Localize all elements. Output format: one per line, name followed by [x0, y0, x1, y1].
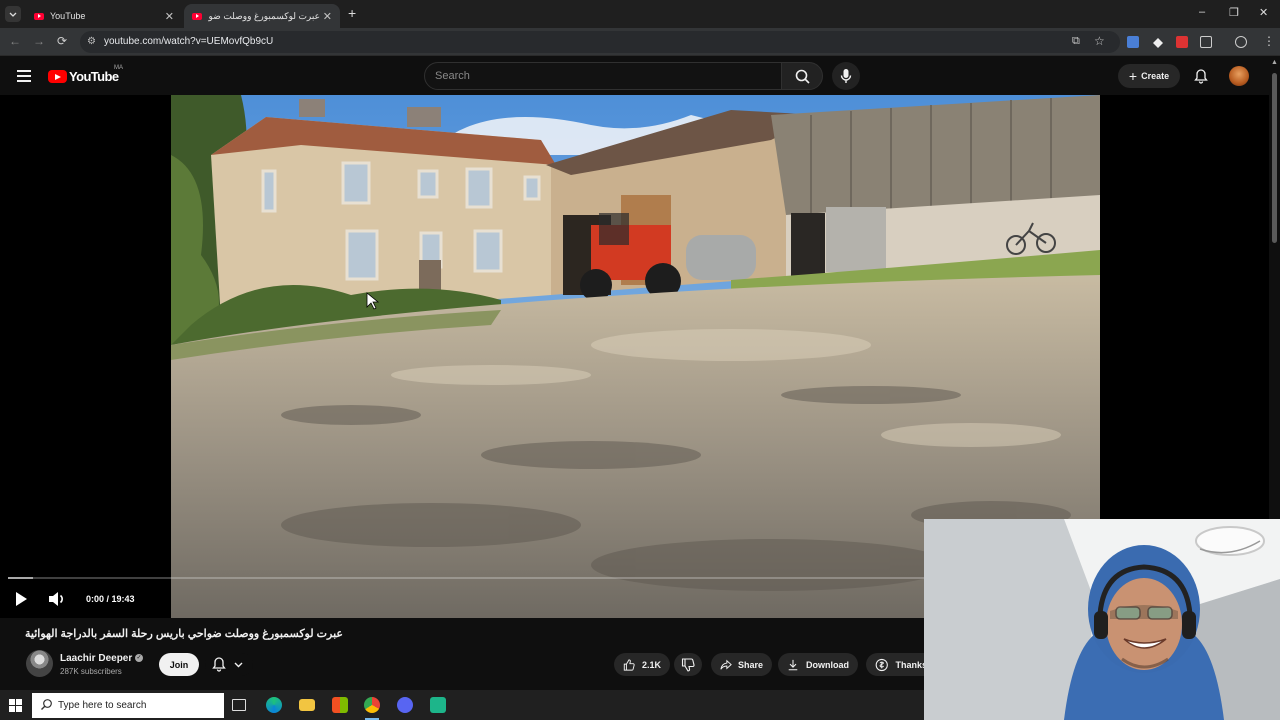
volume-button[interactable] — [48, 591, 66, 612]
back-button[interactable]: ← — [9, 34, 21, 48]
youtube-logo[interactable]: YouTube MA — [48, 65, 123, 84]
youtube-play-logo-icon — [48, 70, 67, 83]
create-label: Create — [1141, 71, 1170, 81]
translate-extension-icon[interactable] — [1127, 36, 1139, 48]
scrollbar-thumb[interactable] — [1272, 73, 1277, 243]
profile-icon[interactable] — [1235, 36, 1247, 48]
chrome-icon[interactable] — [364, 697, 380, 713]
youtube-header: YouTube MA + Create — [0, 57, 1280, 95]
share-label: Share — [737, 659, 763, 670]
search-input[interactable] — [435, 70, 765, 82]
browser-tab-video[interactable]: عبرت لوكسمبورغ ووصلت ضواح... ✕ — [184, 4, 340, 28]
task-view-icon[interactable] — [232, 699, 246, 711]
browser-tab-youtube[interactable]: YouTube ✕ — [26, 4, 182, 28]
like-button[interactable]: 2.1K — [614, 653, 670, 676]
tab-search-button[interactable] — [5, 6, 21, 22]
notifications-button[interactable] — [1193, 68, 1209, 89]
extensions-puzzle-icon[interactable] — [1200, 36, 1212, 48]
minimize-button[interactable]: – — [1199, 6, 1205, 18]
play-icon — [16, 592, 27, 606]
webcam-overlay — [924, 519, 1280, 720]
thumbs-up-icon — [623, 658, 635, 671]
bell-icon — [1194, 69, 1208, 84]
like-count: 2.1K — [641, 659, 661, 670]
restore-button[interactable]: ❐ — [1229, 6, 1239, 19]
close-window-button[interactable]: ✕ — [1259, 6, 1268, 19]
chevron-down-icon — [9, 12, 17, 17]
windows-start-icon[interactable] — [9, 699, 22, 712]
bell-chevron-icon — [212, 657, 243, 672]
voice-search-button[interactable] — [832, 62, 860, 90]
search-box[interactable] — [424, 62, 782, 90]
microsoft-store-icon[interactable] — [332, 697, 348, 713]
browser-toolbar: ← → ⟳ ⚙ youtube.com/watch?v=UEMovfQb9cU … — [0, 28, 1280, 56]
super-thanks-icon — [875, 658, 888, 671]
youtube-favicon-icon — [192, 12, 202, 20]
chrome-menu-icon[interactable]: ⋮ — [1263, 34, 1275, 48]
pdf-extension-icon[interactable] — [1176, 36, 1188, 48]
browser-tab-strip: YouTube ✕ عبرت لوكسمبورغ ووصلت ضواح... ✕… — [0, 0, 1280, 28]
subscriber-count: 287K subscribers — [60, 667, 122, 676]
tab-title: YouTube — [50, 11, 86, 21]
progress-played — [8, 577, 34, 579]
streamer-webcam-image — [924, 519, 1280, 720]
video-title: عبرت لوكسمبورغ ووصلت ضواحي باريس رحلة ال… — [25, 628, 343, 640]
recorder-app-icon[interactable] — [430, 697, 446, 713]
search-icon — [41, 699, 52, 710]
install-app-icon[interactable]: ⧉ — [1072, 35, 1080, 48]
download-button[interactable]: Download — [778, 653, 858, 676]
menu-hamburger-icon[interactable] — [17, 70, 31, 82]
search-button[interactable] — [781, 62, 823, 90]
volume-icon — [49, 592, 63, 606]
url-text: youtube.com/watch?v=UEMovfQb9cU — [104, 36, 274, 47]
channel-avatar[interactable] — [26, 650, 53, 677]
reload-button[interactable]: ⟳ — [57, 34, 67, 48]
channel-name[interactable]: Laachir Deeper — [60, 653, 132, 664]
tab-title: عبرت لوكسمبورغ ووصلت ضواح... — [208, 10, 320, 21]
discord-icon[interactable] — [397, 697, 413, 713]
share-button[interactable]: Share — [711, 653, 772, 676]
windows-taskbar: Type here to search — [0, 690, 924, 720]
forward-button[interactable]: → — [33, 34, 45, 48]
taskbar-search-box[interactable]: Type here to search — [32, 693, 224, 718]
close-tab-icon[interactable]: ✕ — [165, 10, 174, 23]
scroll-up-arrow-icon[interactable]: ▲ — [1271, 59, 1278, 66]
download-label: Download — [806, 659, 849, 670]
verified-badge-icon: ✓ — [135, 654, 143, 662]
country-code: MA — [114, 65, 123, 71]
site-info-icon[interactable]: ⚙ — [87, 36, 96, 47]
new-tab-button[interactable]: + — [348, 5, 356, 21]
youtube-wordmark: YouTube — [69, 69, 119, 84]
edge-browser-icon[interactable] — [266, 697, 282, 713]
taskbar-search-placeholder: Type here to search — [58, 700, 147, 711]
subscription-notifications-button[interactable] — [205, 653, 253, 676]
thumbs-down-icon — [681, 657, 695, 672]
bookmark-star-icon[interactable]: ☆ — [1094, 34, 1105, 48]
file-explorer-icon[interactable] — [299, 699, 315, 711]
join-button[interactable]: Join — [159, 653, 199, 676]
download-icon — [788, 659, 798, 670]
youtube-favicon-icon — [34, 12, 44, 20]
create-button[interactable]: + Create — [1118, 64, 1180, 88]
extension-diamond-icon[interactable] — [1152, 36, 1164, 48]
play-button[interactable] — [14, 591, 28, 612]
search-icon — [795, 69, 810, 84]
address-bar[interactable]: ⚙ youtube.com/watch?v=UEMovfQb9cU ⧉ ☆ — [80, 31, 1120, 53]
thanks-label: Thanks — [895, 659, 927, 670]
close-tab-icon[interactable]: ✕ — [323, 10, 332, 23]
share-icon — [720, 659, 732, 670]
dislike-button[interactable] — [674, 653, 702, 676]
account-avatar[interactable] — [1229, 66, 1249, 86]
microphone-icon — [840, 69, 852, 83]
time-display: 0:00 / 19:43 — [86, 594, 135, 604]
plus-icon: + — [1128, 68, 1138, 84]
